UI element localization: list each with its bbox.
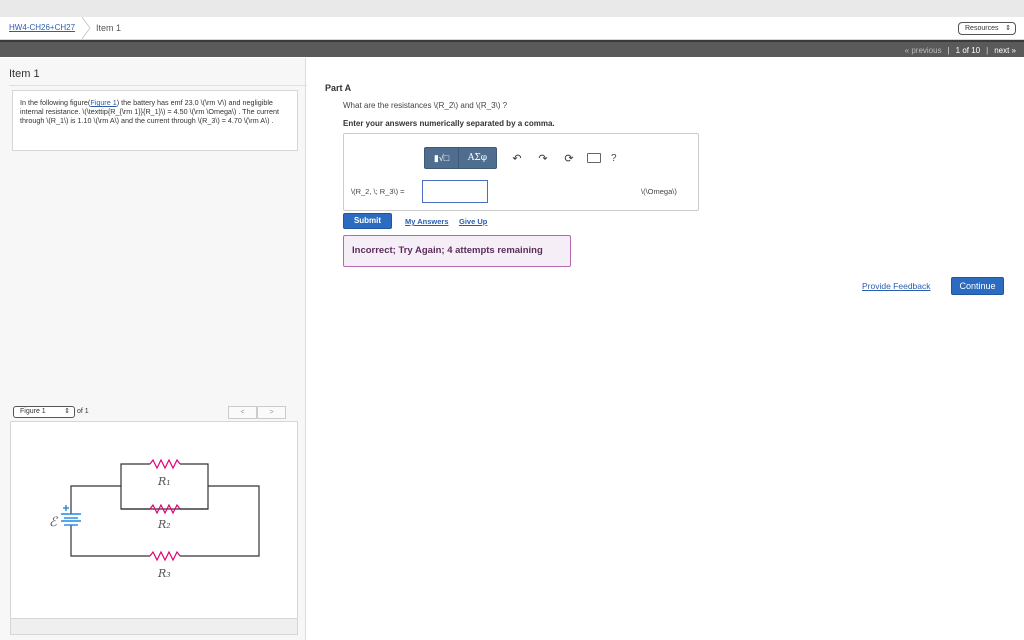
previous-link[interactable]: « previous <box>905 46 942 55</box>
dropdown-arrows-icon: ⇕ <box>1005 25 1011 32</box>
answer-input[interactable] <box>422 180 488 203</box>
problem-text-start: In the following figure( <box>20 98 91 107</box>
resources-label: Resources <box>965 25 999 32</box>
page-position: 1 of 10 <box>955 45 981 55</box>
figure-link[interactable]: Figure 1 <box>90 98 116 107</box>
figure-nav: < > <box>228 406 286 419</box>
my-answers-link[interactable]: My Answers <box>405 217 449 226</box>
breadcrumb-current: Item 1 <box>96 23 122 33</box>
figure-selector[interactable]: Figure 1 ⇕ <box>13 406 75 418</box>
wire <box>180 485 260 557</box>
resources-dropdown[interactable]: Resources ⇕ <box>958 22 1016 35</box>
breadcrumb-assignment-link[interactable]: HW4-CH26+CH27 <box>9 23 75 32</box>
breadcrumb: HW4-CH26+CH27 Item 1 Resources ⇕ <box>0 17 1024 40</box>
undo-icon[interactable]: ↶ <box>507 148 527 168</box>
breadcrumb-separator-icon <box>81 17 91 39</box>
r2-label: R₂ <box>157 518 171 531</box>
divider <box>9 85 307 86</box>
figure-count: of 1 <box>77 408 89 415</box>
figure-frame: ℰ R₁ R₂ R₃ <box>10 421 298 619</box>
feedback-message: Incorrect; Try Again; 4 attempts remaini… <box>343 235 571 267</box>
navigation-bar: « previous | 1 of 10 | next » <box>0 40 1024 57</box>
unit-label: \(\Omega\) <box>641 187 677 196</box>
figure-selector-label: Figure 1 <box>20 408 46 415</box>
dropdown-arrows-icon: ⇕ <box>64 408 70 415</box>
continue-button[interactable]: Continue <box>951 277 1004 295</box>
reset-icon[interactable]: ⟳ <box>559 148 579 168</box>
instruction-text: Enter your answers numerically separated… <box>343 119 555 128</box>
redo-icon[interactable]: ↷ <box>533 148 553 168</box>
pager: « previous | 1 of 10 | next » <box>905 43 1016 57</box>
problem-statement: In the following figure(Figure 1) the ba… <box>12 90 298 151</box>
provide-feedback-link[interactable]: Provide Feedback <box>862 281 931 291</box>
wire <box>70 485 121 514</box>
resistor-r1-icon <box>149 458 181 470</box>
symbols-button[interactable]: ΑΣφ <box>459 147 497 169</box>
keyboard-icon[interactable] <box>587 153 601 163</box>
wire <box>70 525 150 557</box>
help-icon[interactable]: ? <box>611 153 617 164</box>
give-up-link[interactable]: Give Up <box>459 217 487 226</box>
r3-label: R₃ <box>157 567 171 580</box>
answer-box <box>343 133 699 211</box>
next-link[interactable]: next » <box>994 46 1016 55</box>
resistor-r3-icon <box>149 550 181 562</box>
emf-label: ℰ <box>49 515 58 530</box>
browser-top-strip <box>0 0 1024 17</box>
figure-next-button[interactable]: > <box>257 406 286 419</box>
math-toolbar: ▮√□ ΑΣφ ↶ ↷ ⟳ ? <box>424 147 617 169</box>
submit-button[interactable]: Submit <box>343 213 392 229</box>
templates-button[interactable]: ▮√□ <box>424 147 459 169</box>
pager-divider: | <box>947 45 950 55</box>
figure-footer <box>10 619 298 635</box>
circuit-diagram: ℰ R₁ R₂ R₃ <box>49 458 260 580</box>
answer-label: \(R_2, \; R_3\) = <box>351 187 405 196</box>
item-title: Item 1 <box>9 68 40 80</box>
question-text: What are the resistances \(R_2\) and \(R… <box>343 101 508 110</box>
figure-prev-button[interactable]: < <box>228 406 257 419</box>
pager-divider: | <box>986 45 989 55</box>
r1-label: R₁ <box>157 475 171 488</box>
part-title: Part A <box>325 83 352 93</box>
